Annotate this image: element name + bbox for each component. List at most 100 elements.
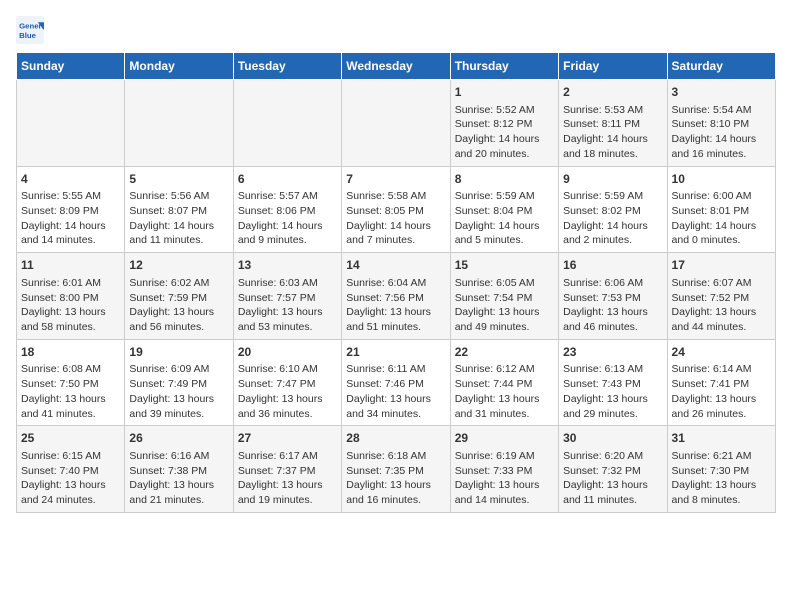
day-info: Sunrise: 5:56 AM — [129, 189, 228, 204]
weekday-header-row: Sunday Monday Tuesday Wednesday Thursday… — [17, 53, 776, 80]
day-info: Sunset: 7:37 PM — [238, 464, 337, 479]
day-info: Daylight: 13 hours — [129, 392, 228, 407]
day-number: 27 — [238, 430, 337, 447]
day-info: Sunset: 8:05 PM — [346, 204, 445, 219]
day-info: Sunset: 7:59 PM — [129, 291, 228, 306]
day-info: Daylight: 14 hours — [346, 219, 445, 234]
day-info: Daylight: 14 hours — [563, 132, 662, 147]
calendar-cell: 10Sunrise: 6:00 AMSunset: 8:01 PMDayligh… — [667, 166, 775, 253]
day-info: Sunrise: 6:05 AM — [455, 276, 554, 291]
day-number: 1 — [455, 84, 554, 101]
day-info: Sunset: 8:06 PM — [238, 204, 337, 219]
day-info: Daylight: 13 hours — [129, 305, 228, 320]
day-info: Daylight: 14 hours — [563, 219, 662, 234]
day-info: and 58 minutes. — [21, 320, 120, 335]
day-info: Sunrise: 6:13 AM — [563, 362, 662, 377]
day-info: and 2 minutes. — [563, 233, 662, 248]
day-info: Daylight: 13 hours — [21, 305, 120, 320]
day-info: Sunrise: 6:17 AM — [238, 449, 337, 464]
header-tuesday: Tuesday — [233, 53, 341, 80]
day-info: and 16 minutes. — [346, 493, 445, 508]
day-info: and 31 minutes. — [455, 407, 554, 422]
day-info: Daylight: 13 hours — [238, 305, 337, 320]
day-info: Sunrise: 6:06 AM — [563, 276, 662, 291]
calendar-body: 1Sunrise: 5:52 AMSunset: 8:12 PMDaylight… — [17, 80, 776, 513]
day-info: Sunset: 7:33 PM — [455, 464, 554, 479]
day-number: 8 — [455, 171, 554, 188]
day-info: Daylight: 13 hours — [563, 392, 662, 407]
day-number: 17 — [672, 257, 771, 274]
day-info: and 51 minutes. — [346, 320, 445, 335]
day-info: Daylight: 14 hours — [672, 132, 771, 147]
calendar-cell — [342, 80, 450, 167]
calendar-cell: 29Sunrise: 6:19 AMSunset: 7:33 PMDayligh… — [450, 426, 558, 513]
day-info: Daylight: 14 hours — [455, 132, 554, 147]
day-info: and 18 minutes. — [563, 147, 662, 162]
day-number: 5 — [129, 171, 228, 188]
day-info: Daylight: 13 hours — [672, 478, 771, 493]
day-info: Sunrise: 6:02 AM — [129, 276, 228, 291]
day-info: Daylight: 13 hours — [455, 478, 554, 493]
day-info: and 26 minutes. — [672, 407, 771, 422]
day-info: and 8 minutes. — [672, 493, 771, 508]
day-number: 30 — [563, 430, 662, 447]
day-info: Daylight: 13 hours — [563, 478, 662, 493]
day-info: Sunset: 7:46 PM — [346, 377, 445, 392]
day-info: Sunset: 7:53 PM — [563, 291, 662, 306]
day-number: 23 — [563, 344, 662, 361]
day-info: and 14 minutes. — [455, 493, 554, 508]
day-info: Daylight: 14 hours — [455, 219, 554, 234]
day-number: 7 — [346, 171, 445, 188]
calendar-cell: 23Sunrise: 6:13 AMSunset: 7:43 PMDayligh… — [559, 339, 667, 426]
general-blue-logo-icon: General Blue — [16, 16, 44, 44]
day-info: and 29 minutes. — [563, 407, 662, 422]
calendar-week-row: 18Sunrise: 6:08 AMSunset: 7:50 PMDayligh… — [17, 339, 776, 426]
day-info: Sunrise: 5:53 AM — [563, 103, 662, 118]
day-info: Sunrise: 6:03 AM — [238, 276, 337, 291]
day-info: Sunset: 7:32 PM — [563, 464, 662, 479]
day-info: Sunset: 7:35 PM — [346, 464, 445, 479]
day-info: Sunrise: 6:21 AM — [672, 449, 771, 464]
calendar-cell — [17, 80, 125, 167]
day-number: 19 — [129, 344, 228, 361]
calendar-cell: 9Sunrise: 5:59 AMSunset: 8:02 PMDaylight… — [559, 166, 667, 253]
day-info: Sunrise: 6:20 AM — [563, 449, 662, 464]
day-info: Sunset: 8:02 PM — [563, 204, 662, 219]
calendar-cell: 6Sunrise: 5:57 AMSunset: 8:06 PMDaylight… — [233, 166, 341, 253]
calendar-cell: 3Sunrise: 5:54 AMSunset: 8:10 PMDaylight… — [667, 80, 775, 167]
day-number: 22 — [455, 344, 554, 361]
day-info: and 11 minutes. — [129, 233, 228, 248]
header-saturday: Saturday — [667, 53, 775, 80]
day-info: and 5 minutes. — [455, 233, 554, 248]
calendar-cell: 15Sunrise: 6:05 AMSunset: 7:54 PMDayligh… — [450, 253, 558, 340]
calendar-cell: 28Sunrise: 6:18 AMSunset: 7:35 PMDayligh… — [342, 426, 450, 513]
day-number: 11 — [21, 257, 120, 274]
day-number: 13 — [238, 257, 337, 274]
day-info: Sunrise: 5:59 AM — [455, 189, 554, 204]
calendar-cell: 19Sunrise: 6:09 AMSunset: 7:49 PMDayligh… — [125, 339, 233, 426]
header-wednesday: Wednesday — [342, 53, 450, 80]
day-info: Daylight: 13 hours — [346, 392, 445, 407]
day-info: Sunset: 8:01 PM — [672, 204, 771, 219]
day-info: Sunset: 7:40 PM — [21, 464, 120, 479]
calendar-cell: 16Sunrise: 6:06 AMSunset: 7:53 PMDayligh… — [559, 253, 667, 340]
day-number: 31 — [672, 430, 771, 447]
header-monday: Monday — [125, 53, 233, 80]
day-info: Sunset: 8:10 PM — [672, 117, 771, 132]
day-info: Sunrise: 6:00 AM — [672, 189, 771, 204]
day-number: 2 — [563, 84, 662, 101]
calendar-cell: 26Sunrise: 6:16 AMSunset: 7:38 PMDayligh… — [125, 426, 233, 513]
day-info: Sunset: 7:56 PM — [346, 291, 445, 306]
day-info: Sunset: 8:00 PM — [21, 291, 120, 306]
day-info: Sunrise: 6:01 AM — [21, 276, 120, 291]
calendar-cell: 20Sunrise: 6:10 AMSunset: 7:47 PMDayligh… — [233, 339, 341, 426]
calendar-cell: 17Sunrise: 6:07 AMSunset: 7:52 PMDayligh… — [667, 253, 775, 340]
day-info: Daylight: 13 hours — [455, 305, 554, 320]
day-info: and 20 minutes. — [455, 147, 554, 162]
day-number: 28 — [346, 430, 445, 447]
day-info: Daylight: 13 hours — [238, 478, 337, 493]
day-info: Sunrise: 6:04 AM — [346, 276, 445, 291]
day-number: 24 — [672, 344, 771, 361]
day-info: and 24 minutes. — [21, 493, 120, 508]
day-info: Sunrise: 6:15 AM — [21, 449, 120, 464]
